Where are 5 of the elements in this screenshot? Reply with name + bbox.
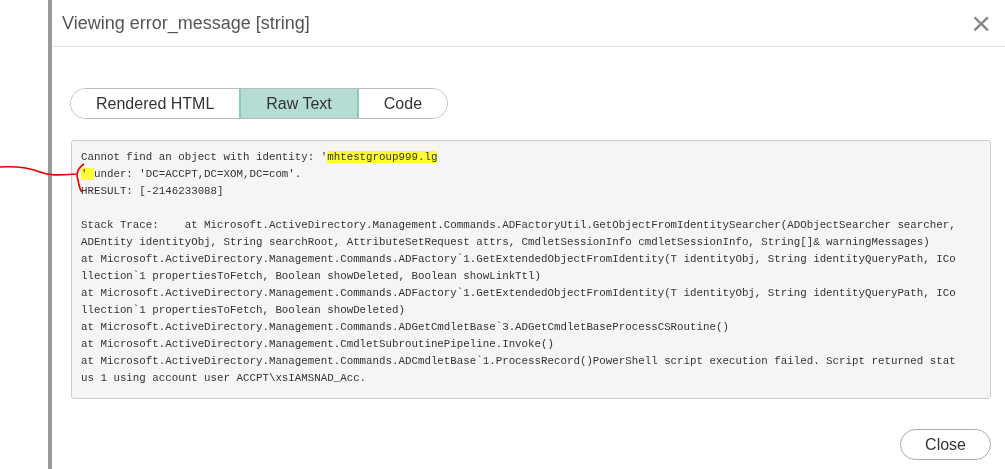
raw-text-content: Cannot find an object with identity: 'mhtestgroup999.lg ' under: 'DC=ACCPT,DC=XOM,DC=com'. HRESULT: [-2146233088] Stack Trace: at Microsoft.ActiveDirectory.Management.Commands.ADFactoryUtil.GetObjectFromIdentitySearcher(ADObjectSearcher searcher, ADEntity identityObj, String searchRoot, AttributeSetRequest attrs, CmdletSessionInfo cmdletSessionInfo, String[]& warningMessages) at Microsoft.ActiveDirectory.Management.Commands.ADFactory`1.GetExtendedObjectFromIdentity(T identityObj, String identityQueryPath, ICo llection`1 propertiesToFetch, Boolean showDeleted, Boolean showLinkTtl) at Microsoft.ActiveDirectory.Management.Commands.ADFactory`1.GetExtendedObjectFromIdentity(T identityObj, String identityQueryPath, ICo llection`1 propertiesToFetch, Boolean showDeleted) at Microsoft.ActiveDirectory.Management.Commands.ADGetCmdletBase`3.ADGetCmdletBaseProcessCSRoutine() at Microsoft.ActiveDirectory.Management.CmdletSubroutinePipeline.Invoke() at Microsoft.ActiveDirectory.Management.Commands.ADCmdletBase`1.ProcessRecord()PowerShell script execution failed. Script returned stat us 1 using account user ACCPT\xsIAMSNAD_Acc. [71,140,991,399]
view-tab[interactable]: Raw Text [239,89,359,118]
close-button[interactable]: × [971,6,991,40]
dialog-title: Viewing error_message [string] [62,11,310,36]
close-dialog-button[interactable]: Close [900,429,991,460]
